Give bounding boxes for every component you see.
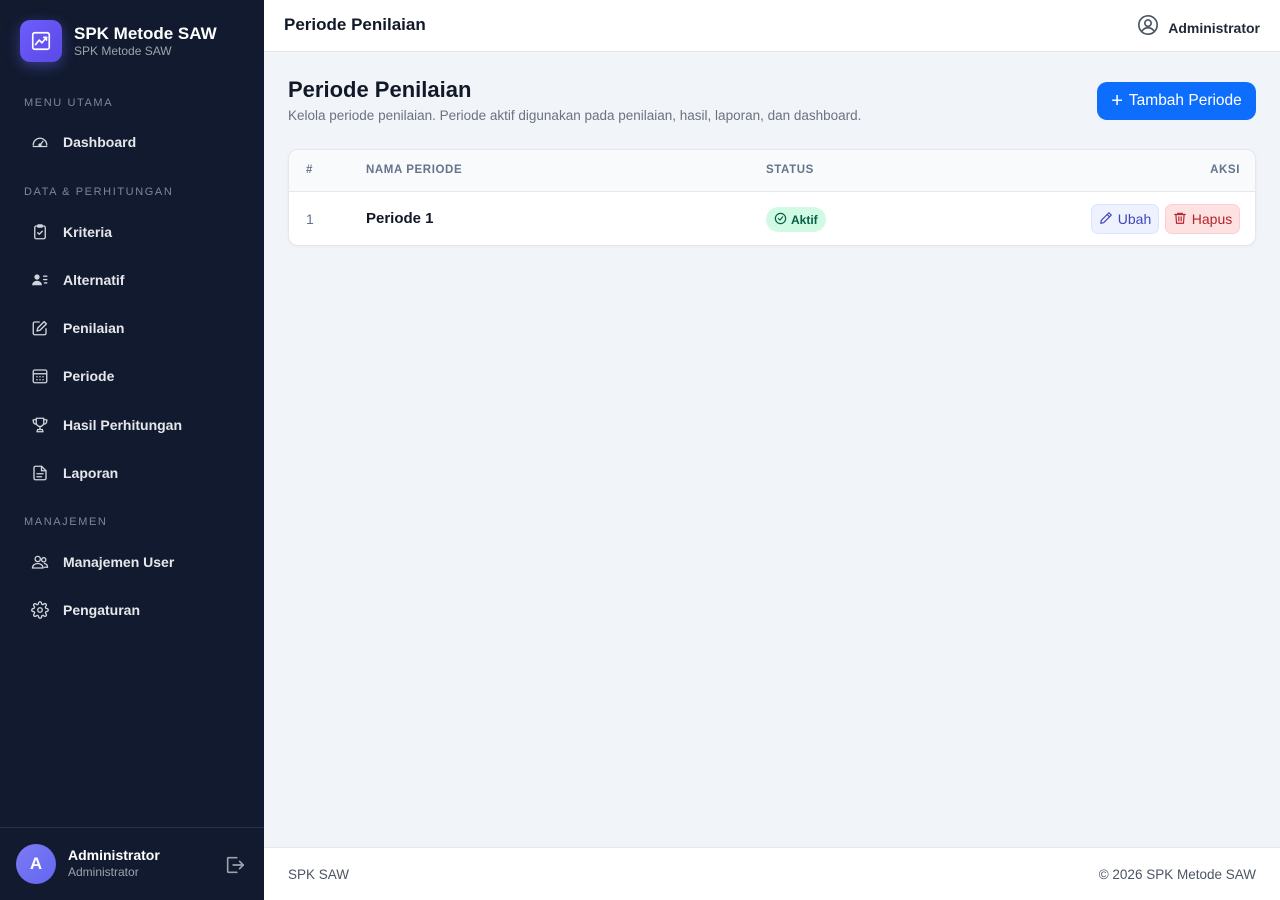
sidebar-item-hasil-perhitungan[interactable]: Hasil Perhitungan [16,405,248,445]
sidebar-item-label: Laporan [63,465,119,481]
sidebar-item-laporan[interactable]: Laporan [16,453,248,493]
sidebar-item-periode[interactable]: Periode [16,356,248,396]
brand-title: SPK Metode SAW [74,24,217,43]
person-lines-icon [30,270,50,290]
logout-icon[interactable] [224,854,246,876]
column-header-status: STATUS [766,164,814,176]
brand-subtitle: SPK Metode SAW [74,44,172,58]
topbar: Periode Penilaian Administrator [264,0,1280,52]
delete-label: Hapus [1191,211,1233,227]
topbar-title: Periode Penilaian [284,15,426,34]
page-description: Kelola periode penilaian. Periode aktif … [288,108,862,123]
sidebar-item-label: Manajemen User [63,554,175,570]
topbar-user-label: Administrator [1168,19,1260,36]
section-label-manajemen: MANAJEMEN [24,516,108,528]
section-label-data-perhitungan: DATA & PERHITUNGAN [24,186,174,198]
sidebar-item-label: Kriteria [63,224,113,240]
trophy-icon [30,415,50,435]
sidebar-item-alternatif[interactable]: Alternatif [16,260,248,300]
add-periode-label: Tambah Periode [1128,92,1242,109]
user-circle-icon [1137,14,1159,41]
trash-icon [1173,211,1187,228]
footer-copyright: © 2026 SPK Metode SAW [1098,867,1256,882]
people-icon [30,552,50,572]
sidebar-item-manajemen-user[interactable]: Manajemen User [16,542,248,582]
status-badge: Aktif [766,207,826,232]
row-number: 1 [306,211,314,227]
edit-label: Ubah [1117,211,1152,227]
chart-line-icon [20,20,62,62]
row-periode-name: Periode 1 [366,210,434,227]
add-periode-button[interactable]: + Tambah Periode [1097,82,1256,120]
file-text-icon [30,463,50,483]
sidebar-item-label: Periode [63,368,115,384]
sidebar-item-kriteria[interactable]: Kriteria [16,212,248,252]
sidebar-item-label: Alternatif [63,272,125,288]
sidebar-item-label: Dashboard [63,134,137,150]
page-title: Periode Penilaian [288,77,472,102]
brand[interactable]: SPK Metode SAW SPK Metode SAW [20,20,217,62]
table-row: 1 Periode 1 Aktif Ubah Hapus [289,192,1255,245]
calendar-icon [30,366,50,386]
sidebar-item-dashboard[interactable]: Dashboard [16,122,248,162]
avatar[interactable]: A [16,844,56,884]
section-label-menu-utama: MENU UTAMA [24,97,114,109]
plus-icon: + [1111,90,1123,112]
sidebar: SPK Metode SAW SPK Metode SAW MENU UTAMA… [0,0,264,900]
periode-table: # NAMA PERIODE STATUS AKSI 1 Periode 1 A… [288,149,1256,246]
pencil-icon [1099,211,1113,228]
check-circle-icon [774,212,787,228]
topbar-user-menu[interactable]: Administrator [1137,14,1260,41]
sidebar-user-panel: A Administrator Administrator [0,827,264,900]
footer: SPK SAW © 2026 SPK Metode SAW [264,847,1280,900]
clipboard-check-icon [30,222,50,242]
column-header-aksi: AKSI [1210,164,1240,176]
sidebar-item-label: Pengaturan [63,602,141,618]
status-label: Aktif [791,212,818,227]
footer-app-name: SPK SAW [288,867,350,882]
column-header-number: # [306,164,313,176]
user-role: Administrator [68,865,139,879]
sidebar-item-label: Penilaian [63,320,125,336]
column-header-nama-periode: NAMA PERIODE [366,164,463,176]
delete-button[interactable]: Hapus [1165,204,1240,234]
user-name: Administrator [68,847,160,863]
speedometer-icon [30,132,50,152]
sidebar-item-label: Hasil Perhitungan [63,417,183,433]
table-header: # NAMA PERIODE STATUS AKSI [289,150,1255,192]
gear-icon [30,600,50,620]
edit-button[interactable]: Ubah [1091,204,1159,234]
sidebar-item-penilaian[interactable]: Penilaian [16,308,248,348]
sidebar-item-pengaturan[interactable]: Pengaturan [16,590,248,630]
pencil-square-icon [30,318,50,338]
